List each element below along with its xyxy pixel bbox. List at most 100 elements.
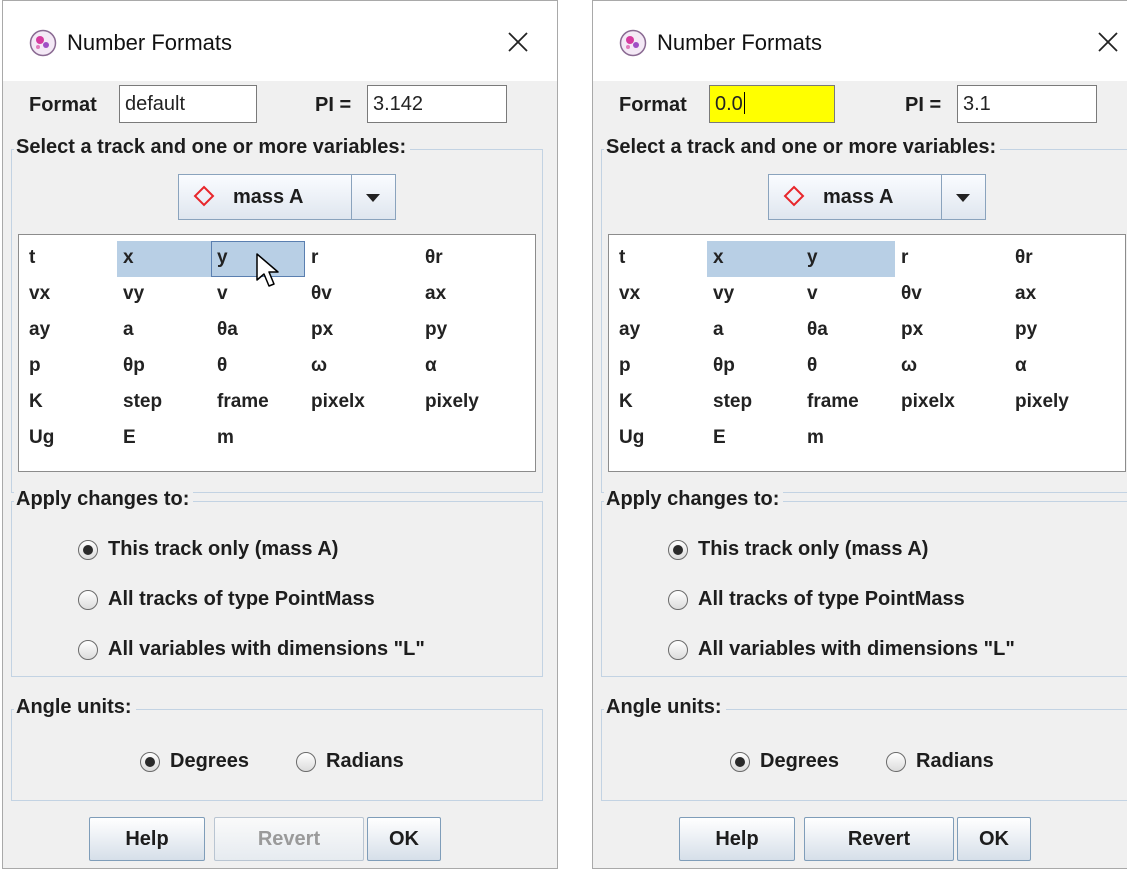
variable-cell-3-4[interactable]: α xyxy=(1009,349,1103,385)
variable-cell-1-4[interactable]: ax xyxy=(419,277,513,313)
red-diamond-icon xyxy=(193,185,215,207)
variable-cell-0-1[interactable]: x xyxy=(707,241,801,277)
mouse-pointer-icon xyxy=(256,253,279,287)
pi-value: 3.1 xyxy=(963,93,991,115)
revert-button[interactable]: Revert xyxy=(804,817,954,861)
variable-cell-1-1[interactable]: vy xyxy=(117,277,211,313)
format-field[interactable]: default xyxy=(119,85,257,123)
variable-cell-2-4[interactable]: py xyxy=(419,313,513,349)
variable-cell-2-3[interactable]: px xyxy=(895,313,989,349)
variable-cell-1-0[interactable]: vx xyxy=(613,277,707,313)
variable-cell-5-2[interactable]: m xyxy=(211,421,305,457)
variable-cell-0-2[interactable]: y xyxy=(801,241,895,277)
radio-button[interactable] xyxy=(78,540,98,560)
variable-cell-4-2[interactable]: frame xyxy=(211,385,305,421)
track-dropdown[interactable]: mass A xyxy=(768,174,986,220)
variable-cell-5-1[interactable]: E xyxy=(707,421,801,457)
help-button[interactable]: Help xyxy=(89,817,205,861)
radio-button[interactable] xyxy=(140,752,160,772)
angle-units-group-title: Angle units: xyxy=(604,696,726,719)
title-bar[interactable]: Number Formats xyxy=(3,1,557,81)
radio-button[interactable] xyxy=(296,752,316,772)
variable-cell-0-0[interactable]: t xyxy=(613,241,707,277)
variable-cell-0-3[interactable]: r xyxy=(305,241,399,277)
format-label: Format xyxy=(619,94,687,116)
variable-cell-4-2[interactable]: frame xyxy=(801,385,895,421)
angle-units-group: Angle units: Degrees Radians xyxy=(601,696,1127,801)
variable-cell-0-1[interactable]: x xyxy=(117,241,211,277)
close-button[interactable] xyxy=(493,17,543,67)
variable-cell-2-3[interactable]: px xyxy=(305,313,399,349)
selected-track: mass A xyxy=(823,186,894,208)
select-track-group-title: Select a track and one or more variables… xyxy=(14,136,411,159)
radio-button[interactable] xyxy=(668,540,688,560)
variable-cell-5-0[interactable]: Ug xyxy=(23,421,117,457)
variable-cell-0-4[interactable]: θr xyxy=(1009,241,1103,277)
variable-cell-2-1[interactable]: a xyxy=(117,313,211,349)
help-button[interactable]: Help xyxy=(679,817,795,861)
variable-cell-3-3[interactable]: ω xyxy=(305,349,399,385)
variable-cell-5-1[interactable]: E xyxy=(117,421,211,457)
variable-cell-2-0[interactable]: ay xyxy=(613,313,707,349)
variable-cell-4-4[interactable]: pixely xyxy=(1009,385,1103,421)
variable-list[interactable]: t x y r θr vx vy v θv ax ay a θa px py p θp θ ω α Kstep frame… xyxy=(608,234,1126,472)
variable-cell-2-1[interactable]: a xyxy=(707,313,801,349)
close-icon xyxy=(508,32,528,52)
variable-cell-4-0[interactable]: K xyxy=(613,385,707,421)
dropdown-arrow-button[interactable] xyxy=(941,175,985,219)
ok-button[interactable]: OK xyxy=(957,817,1031,861)
variable-cell-2-0[interactable]: ay xyxy=(23,313,117,349)
variable-cell-3-4[interactable]: α xyxy=(419,349,513,385)
tracker-app-icon xyxy=(29,29,57,57)
variable-cell-5-2[interactable]: m xyxy=(801,421,895,457)
radio-button[interactable] xyxy=(668,590,688,610)
variable-cell-4-1[interactable]: step xyxy=(117,385,211,421)
variable-cell-3-2[interactable]: θ xyxy=(801,349,895,385)
variable-cell-2-2[interactable]: θa xyxy=(801,313,895,349)
radio-button[interactable] xyxy=(78,640,98,660)
variable-cell-0-3[interactable]: r xyxy=(895,241,989,277)
close-button[interactable] xyxy=(1083,17,1127,67)
variable-cell-4-3[interactable]: pixelx xyxy=(305,385,399,421)
apply-changes-group-title: Apply changes to: xyxy=(604,488,784,511)
variable-cell-3-2[interactable]: θ xyxy=(211,349,305,385)
text-caret xyxy=(743,92,745,114)
variable-cell-1-3[interactable]: θv xyxy=(305,277,399,313)
variable-cell-3-1[interactable]: θp xyxy=(117,349,211,385)
variable-cell-4-1[interactable]: step xyxy=(707,385,801,421)
pi-field[interactable]: 3.1 xyxy=(957,85,1097,123)
variable-cell-1-3[interactable]: θv xyxy=(895,277,989,313)
variable-cell-5-0[interactable]: Ug xyxy=(613,421,707,457)
variable-cell-3-0[interactable]: p xyxy=(23,349,117,385)
variable-cell-1-2[interactable]: v xyxy=(801,277,895,313)
radio-button[interactable] xyxy=(886,752,906,772)
variable-cell-0-0[interactable]: t xyxy=(23,241,117,277)
track-dropdown[interactable]: mass A xyxy=(178,174,396,220)
radio-button[interactable] xyxy=(668,640,688,660)
ok-button[interactable]: OK xyxy=(367,817,441,861)
pi-value: 3.142 xyxy=(373,93,424,115)
selected-track: mass A xyxy=(233,186,304,208)
variable-cell-0-4[interactable]: θr xyxy=(419,241,513,277)
dropdown-arrow-button[interactable] xyxy=(351,175,395,219)
pi-field[interactable]: 3.142 xyxy=(367,85,507,123)
select-track-group-title: Select a track and one or more variables… xyxy=(604,136,1001,159)
variable-cell-1-1[interactable]: vy xyxy=(707,277,801,313)
radio-button[interactable] xyxy=(730,752,750,772)
variable-cell-3-1[interactable]: θp xyxy=(707,349,801,385)
title-bar[interactable]: Number Formats xyxy=(593,1,1127,81)
format-field[interactable]: 0.0 xyxy=(709,85,835,123)
variable-cell-4-0[interactable]: K xyxy=(23,385,117,421)
radio-button[interactable] xyxy=(78,590,98,610)
apply-option-label: All tracks of type PointMass xyxy=(108,588,375,610)
variable-cell-4-3[interactable]: pixelx xyxy=(895,385,989,421)
variable-cell-1-4[interactable]: ax xyxy=(1009,277,1103,313)
variable-cell-2-4[interactable]: py xyxy=(1009,313,1103,349)
variable-cell-2-2[interactable]: θa xyxy=(211,313,305,349)
variable-cell-1-0[interactable]: vx xyxy=(23,277,117,313)
angle-option-label: Radians xyxy=(916,750,994,772)
variable-cell-3-3[interactable]: ω xyxy=(895,349,989,385)
variable-cell-4-4[interactable]: pixely xyxy=(419,385,513,421)
variable-cell-3-0[interactable]: p xyxy=(613,349,707,385)
select-track-group: Select a track and one or more variables… xyxy=(601,136,1127,493)
